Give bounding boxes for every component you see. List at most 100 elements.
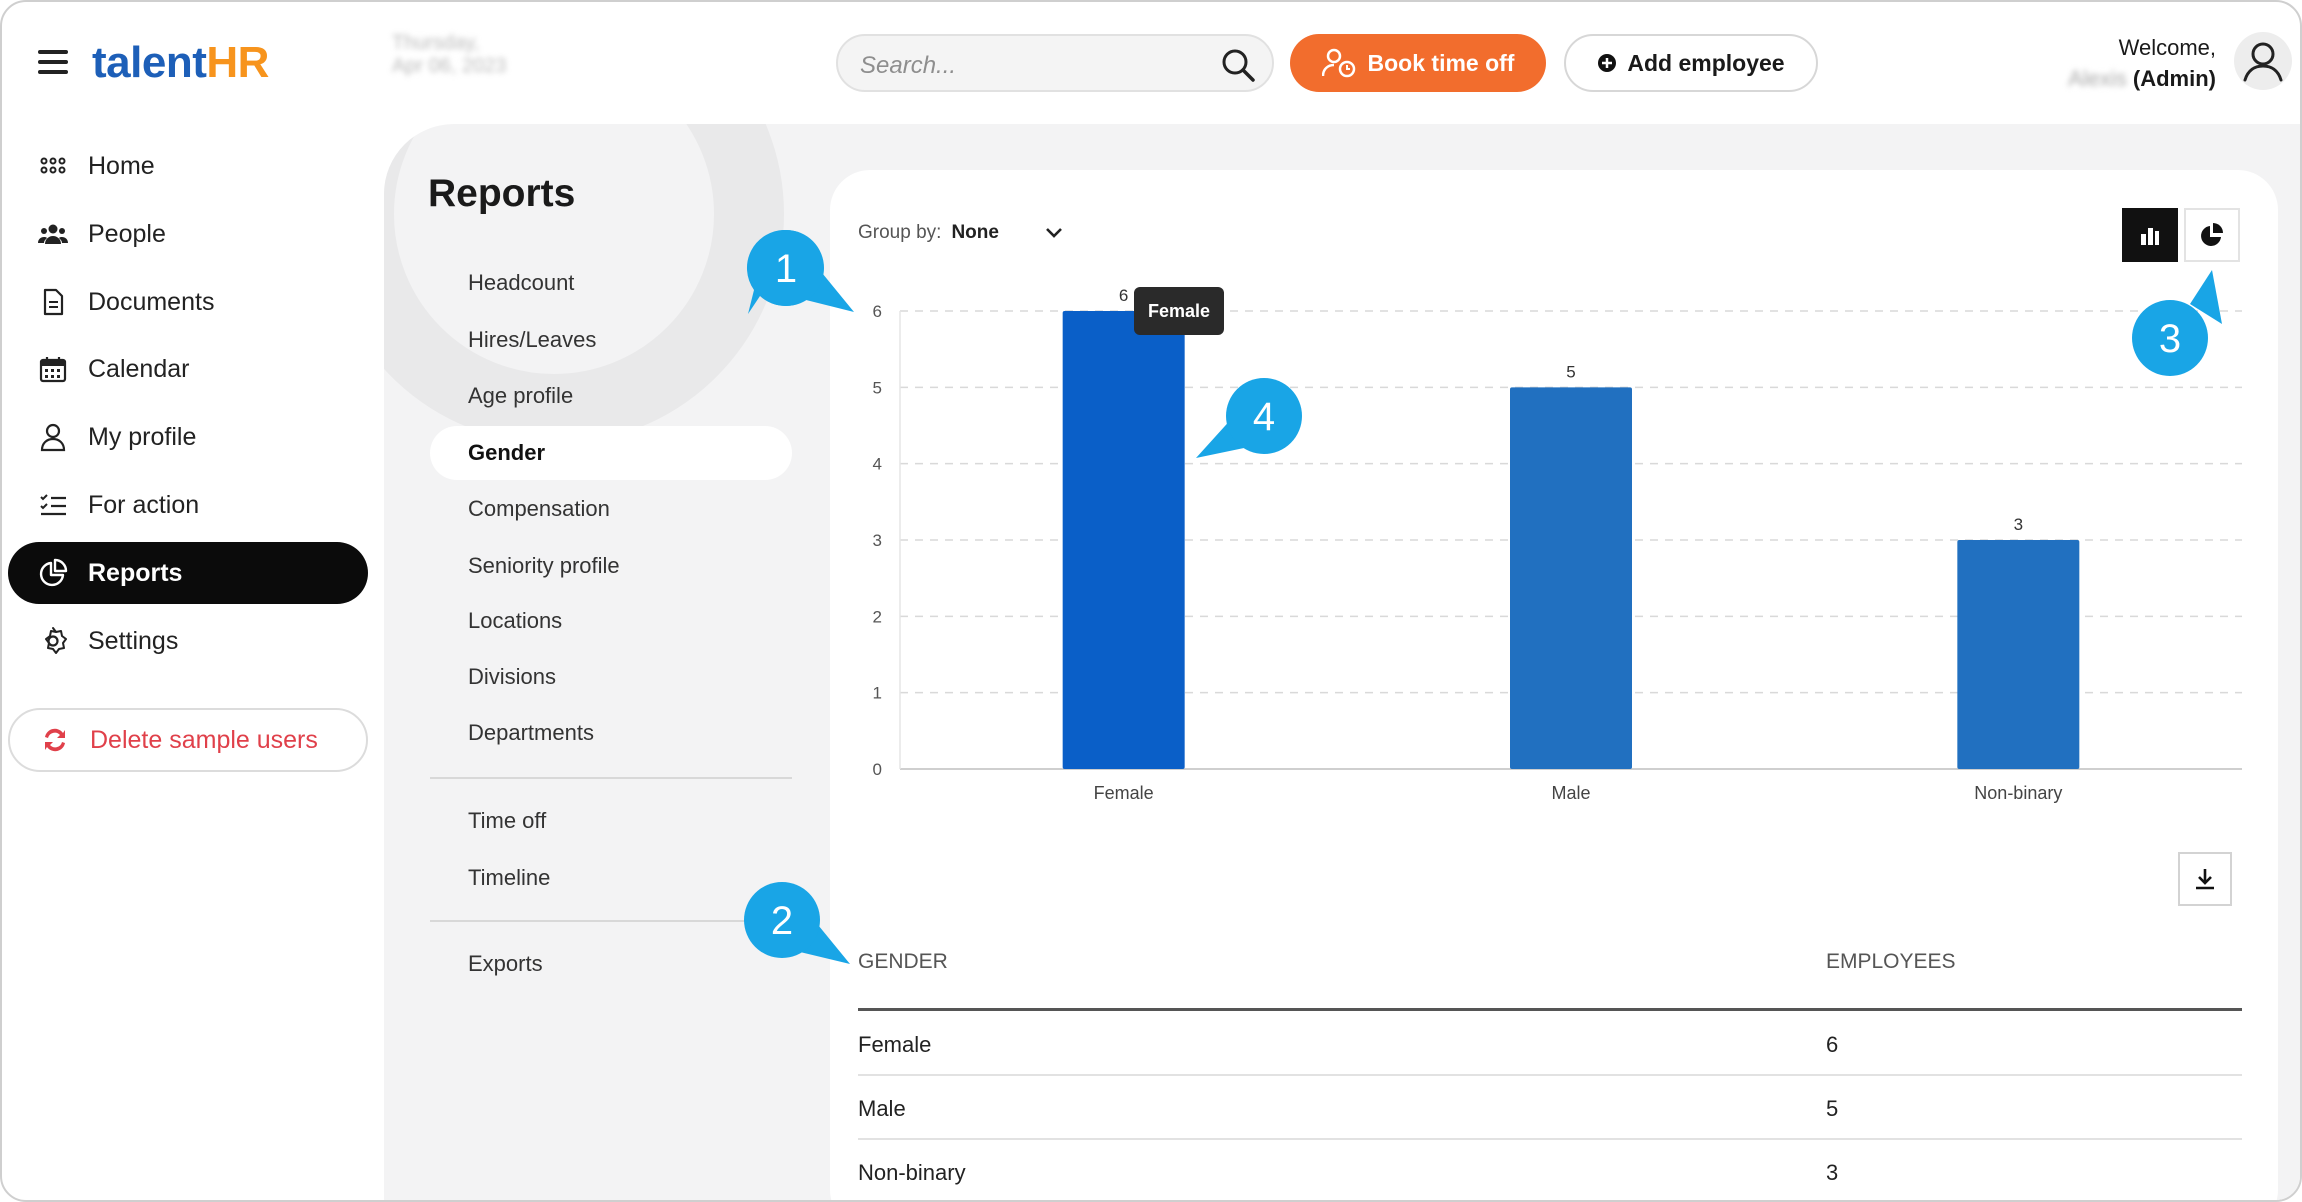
y-tick-label: 2	[873, 607, 882, 626]
people-icon	[38, 224, 68, 244]
group-by-select[interactable]: Group by: None	[858, 222, 1064, 244]
table-row: Male 5	[858, 1076, 2242, 1140]
callout-number: 4	[1253, 395, 1275, 439]
y-tick-label: 0	[873, 760, 882, 779]
chart-tooltip: Female	[1134, 287, 1225, 335]
sidebar-item-label: For action	[88, 490, 200, 519]
y-tick-label: 3	[873, 531, 882, 550]
page-title: Reports	[428, 172, 576, 215]
report-menu-hires-leaves[interactable]: Hires/Leaves	[430, 313, 792, 367]
table-header-employees[interactable]: EMPLOYEES	[1826, 950, 1956, 974]
chart-svg: 0 1 2 3 4 5 6 6 Female 5 Male 3 Non-binary	[873, 286, 2242, 803]
report-menu-headcount[interactable]: Headcount	[430, 256, 792, 310]
bar-value-label: 5	[1566, 362, 1575, 381]
plus-circle-icon	[1598, 54, 1617, 72]
sidebar-item-label: Settings	[88, 626, 179, 655]
search-icon[interactable]	[1218, 45, 1258, 85]
user-avatar-icon	[2243, 42, 2283, 82]
bar-non-binary	[1957, 540, 2080, 769]
user-role: (Admin)	[2132, 66, 2216, 91]
report-menu-divisions[interactable]: Divisions	[430, 650, 792, 704]
x-tick-label: Non-binary	[1974, 783, 2062, 803]
table-cell-gender: Female	[858, 1032, 932, 1057]
date-full: Apr 06, 2023	[392, 55, 507, 77]
menu-divider	[430, 920, 792, 922]
table-cell-gender: Non-binary	[858, 1160, 966, 1185]
callout-marker-3: 3	[2132, 270, 2222, 376]
sidebar-item-for-action[interactable]: For action	[8, 474, 368, 536]
checklist-icon	[40, 494, 66, 516]
bar-chart-view-button[interactable]	[2122, 208, 2178, 262]
sidebar-item-label: People	[88, 219, 166, 248]
app-logo[interactable]: talentHR	[92, 38, 269, 88]
sidebar-item-people[interactable]: People	[8, 203, 368, 265]
sidebar-item-my-profile[interactable]: My profile	[8, 406, 368, 468]
report-menu-gender[interactable]: Gender	[430, 426, 792, 480]
sidebar-item-home[interactable]: Home	[8, 135, 368, 197]
report-menu-locations[interactable]: Locations	[430, 594, 792, 648]
bar-value-label: 3	[2014, 515, 2023, 534]
book-time-off-label: Book time off	[1367, 49, 1515, 76]
y-tick-label: 5	[873, 378, 882, 397]
pie-chart-icon	[2201, 223, 2223, 246]
search-input[interactable]: Search...	[860, 52, 956, 80]
sidebar-item-documents[interactable]: Documents	[8, 271, 368, 333]
date-weekday: Thursday,	[392, 32, 480, 54]
table-header-gender[interactable]: GENDER	[858, 950, 948, 974]
app-window: talentHR Thursday, Apr 06, 2023 Search..…	[0, 0, 2302, 1202]
user-name: Alexis	[2068, 66, 2127, 91]
welcome-text: Welcome, Alexis (Admin)	[2062, 32, 2216, 94]
x-tick-label: Male	[1551, 783, 1590, 803]
x-tick-label: Female	[1094, 783, 1154, 803]
gender-bar-chart: 0 1 2 3 4 5 6 6 Female 5 Male 3 Non-binary	[852, 286, 2252, 817]
callout-marker-2: 2	[744, 882, 850, 964]
report-menu-compensation[interactable]: Compensation	[430, 482, 792, 536]
sidebar-item-settings[interactable]: Settings	[8, 610, 368, 672]
pie-chart-icon	[39, 558, 68, 587]
refresh-icon	[45, 728, 65, 752]
search-box[interactable]: Search...	[836, 34, 1274, 92]
callout-number: 1	[775, 247, 797, 291]
y-tick-label: 4	[873, 455, 882, 474]
sidebar-item-label: Calendar	[88, 354, 190, 383]
report-menu-exports[interactable]: Exports	[430, 937, 792, 991]
group-by-label: Group by:	[858, 222, 942, 243]
menu-divider	[430, 777, 792, 779]
report-menu-timeline[interactable]: Timeline	[430, 851, 792, 905]
download-button[interactable]	[2178, 852, 2232, 906]
table-row: Non-binary 3	[858, 1140, 2242, 1200]
sidebar-item-label: Home	[88, 151, 155, 180]
download-icon	[2196, 869, 2214, 890]
callout-number: 2	[771, 899, 793, 943]
calendar-icon	[39, 357, 67, 383]
report-menu-time-off[interactable]: Time off	[430, 794, 792, 848]
book-time-off-button[interactable]: Book time off	[1290, 34, 1546, 92]
menu-icon[interactable]	[38, 50, 68, 74]
sidebar-item-calendar[interactable]: Calendar	[8, 338, 368, 400]
sidebar-item-label: Documents	[88, 287, 215, 316]
welcome-label: Welcome,	[2118, 35, 2216, 60]
bar-male	[1510, 387, 1632, 769]
report-menu-departments[interactable]: Departments	[430, 706, 792, 760]
bar-chart-icon	[2141, 228, 2159, 245]
document-icon	[43, 288, 64, 316]
current-date: Thursday, Apr 06, 2023	[392, 32, 552, 92]
y-tick-label: 6	[873, 302, 882, 321]
table-cell-employees: 3	[1826, 1160, 1839, 1185]
pie-chart-view-button[interactable]	[2184, 208, 2240, 262]
delete-sample-users-label: Delete sample users	[90, 725, 318, 754]
user-clock-icon	[1321, 48, 1355, 78]
sidebar-item-label: Reports	[88, 558, 183, 587]
add-employee-button[interactable]: Add employee	[1564, 34, 1818, 92]
sidebar-item-reports[interactable]: Reports	[8, 542, 368, 604]
bar-value-label: 6	[1119, 286, 1128, 305]
chevron-down-icon	[1046, 228, 1063, 238]
report-menu-seniority-profile[interactable]: Seniority profile	[430, 539, 792, 593]
delete-sample-users-button[interactable]: Delete sample users	[8, 708, 368, 772]
table-cell-employees: 5	[1826, 1096, 1839, 1121]
report-menu-age-profile[interactable]: Age profile	[430, 369, 792, 423]
avatar[interactable]	[2234, 32, 2292, 90]
callout-number: 3	[2159, 317, 2181, 361]
gear-icon	[45, 627, 67, 654]
y-tick-label: 1	[873, 684, 882, 703]
